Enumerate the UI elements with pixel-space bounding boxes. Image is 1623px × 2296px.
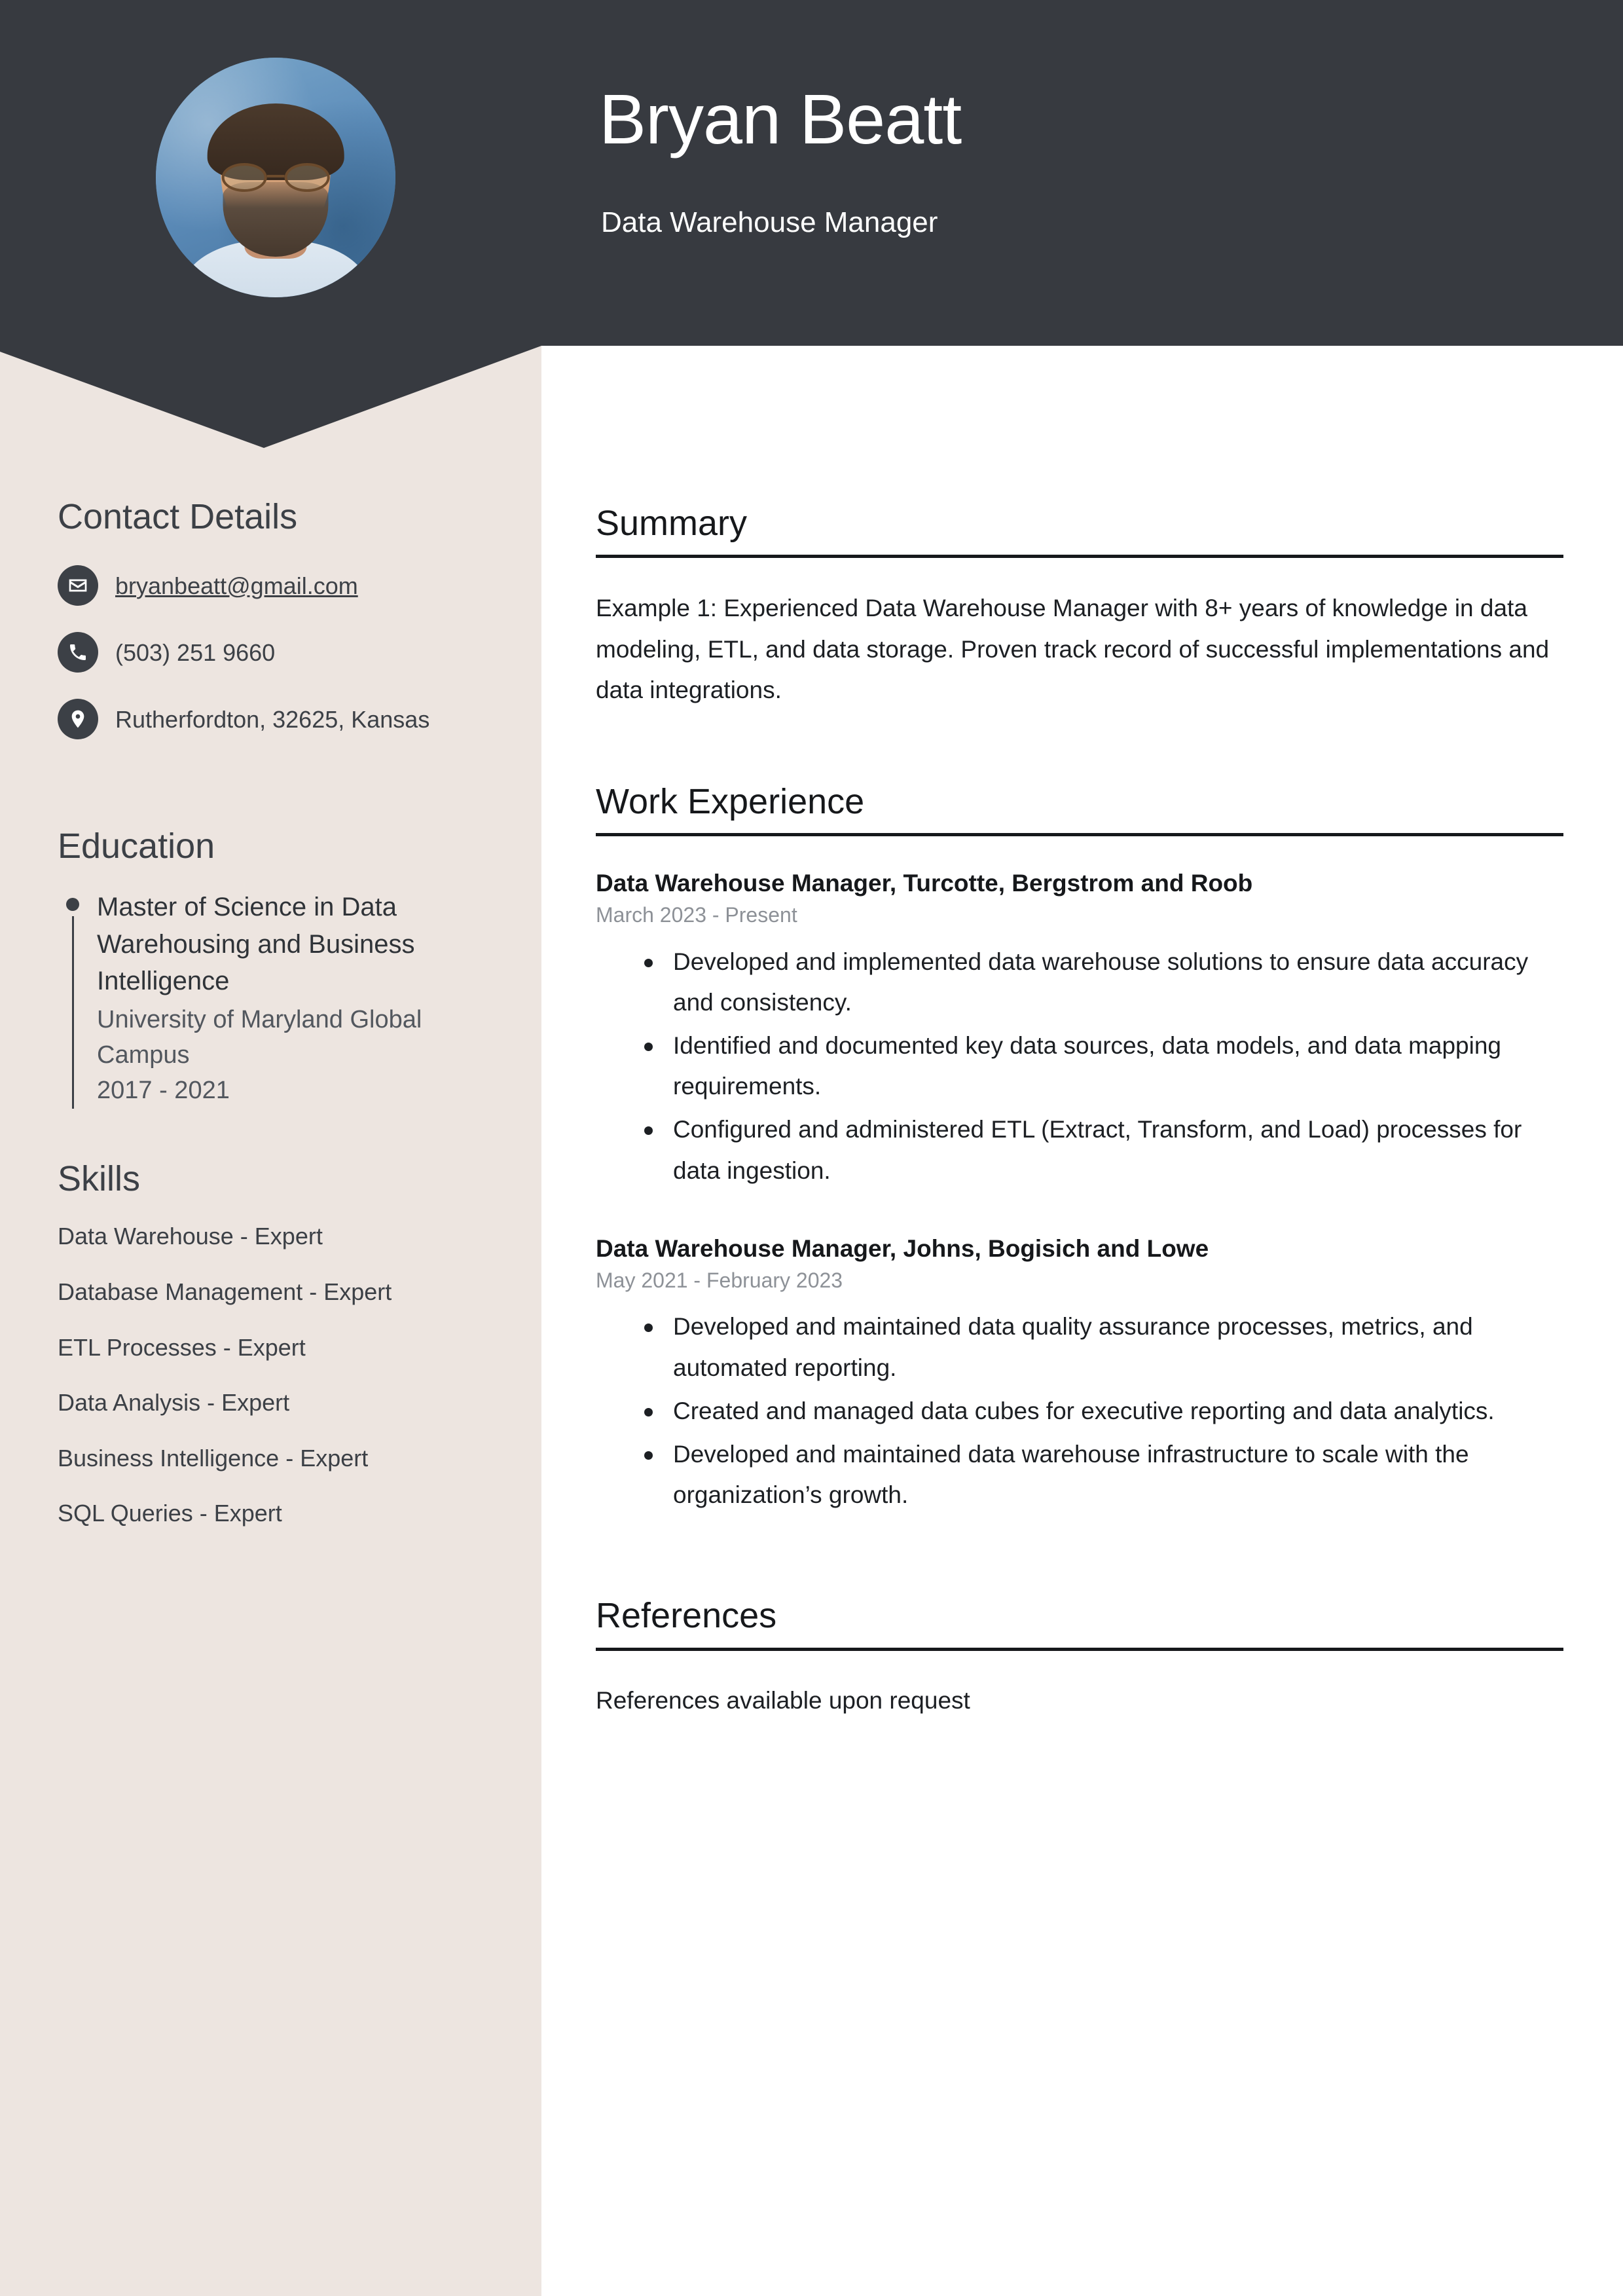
- education-dates: 2017 - 2021: [97, 1077, 230, 1105]
- job-title: Data Warehouse Manager, Johns, Bogisich …: [596, 1234, 1209, 1262]
- contact-item-phone[interactable]: (503) 251 9660: [58, 632, 502, 673]
- job-dates: March 2023 - Present: [596, 903, 797, 927]
- location-pin-icon: [58, 699, 98, 740]
- avatar-glasses-icon: [221, 163, 330, 192]
- address-value: Rutherfordton, 32625, Kansas: [115, 705, 430, 733]
- list-item: Developed and maintained data quality as…: [644, 1306, 1563, 1388]
- list-item: Developed and maintained data warehouse …: [644, 1434, 1563, 1515]
- email-value[interactable]: bryanbeatt@gmail.com: [115, 572, 358, 600]
- summary-heading: Summary: [596, 504, 748, 543]
- contact-details-heading: Contact Details: [58, 497, 298, 536]
- summary-text: Example 1: Experienced Data Warehouse Ma…: [596, 595, 1550, 703]
- list-item: Identified and documented key data sourc…: [644, 1026, 1563, 1107]
- education-heading: Education: [58, 826, 215, 866]
- list-item: Data Warehouse - Expert: [58, 1223, 323, 1250]
- job-dates: May 2021 - February 2023: [596, 1268, 843, 1292]
- education-entry: Master of Science in Data Warehousing an…: [58, 889, 502, 1109]
- education-degree: Master of Science in Data Warehousing an…: [97, 892, 415, 996]
- job-bullet-list: Developed and implemented data warehouse…: [596, 942, 1563, 1191]
- references-text: References available upon request: [596, 1686, 970, 1714]
- envelope-icon: [58, 565, 98, 606]
- list-item: Created and managed data cubes for execu…: [644, 1391, 1563, 1432]
- section-divider: [596, 555, 1563, 559]
- list-item: Developed and implemented data warehouse…: [644, 942, 1563, 1023]
- list-item: Business Intelligence - Expert: [58, 1444, 369, 1472]
- work-experience-entry: Data Warehouse Manager, Turcotte, Bergst…: [596, 866, 1563, 1191]
- header-job-title: Data Warehouse Manager: [601, 206, 938, 238]
- avatar: [156, 58, 395, 297]
- phone-icon: [58, 632, 98, 673]
- education-timeline-marker: [58, 889, 88, 1109]
- job-title: Data Warehouse Manager, Turcotte, Bergst…: [596, 870, 1253, 897]
- work-experience-heading: Work Experience: [596, 781, 865, 821]
- contact-item-email[interactable]: bryanbeatt@gmail.com: [58, 565, 502, 606]
- phone-value: (503) 251 9660: [115, 639, 276, 666]
- list-item: SQL Queries - Expert: [58, 1500, 282, 1527]
- sidebar: Contact Details bryanbeatt@gmail.com (50…: [0, 497, 541, 1553]
- list-item: Data Analysis - Expert: [58, 1389, 290, 1416]
- page-title: Bryan Beatt: [599, 79, 962, 158]
- resume-page: Bryan Beatt Data Warehouse Manager Conta…: [0, 0, 1623, 2296]
- skills-list: Data Warehouse - Expert Database Managem…: [58, 1221, 502, 1530]
- section-divider: [596, 1647, 1563, 1651]
- list-item: Database Management - Expert: [58, 1278, 392, 1306]
- job-bullet-list: Developed and maintained data quality as…: [596, 1306, 1563, 1515]
- references-heading: References: [596, 1596, 777, 1636]
- list-item: ETL Processes - Expert: [58, 1333, 306, 1361]
- bullet-dot-icon: [66, 897, 79, 911]
- skills-heading: Skills: [58, 1159, 141, 1199]
- main-content: Summary Example 1: Experienced Data Ware…: [596, 504, 1563, 1720]
- contact-item-address: Rutherfordton, 32625, Kansas: [58, 699, 502, 740]
- list-item: Configured and administered ETL (Extract…: [644, 1109, 1563, 1191]
- education-school: University of Maryland Global Campus: [97, 1006, 422, 1069]
- section-divider: [596, 833, 1563, 837]
- timeline-line: [71, 916, 74, 1109]
- work-experience-entry: Data Warehouse Manager, Johns, Bogisich …: [596, 1232, 1563, 1515]
